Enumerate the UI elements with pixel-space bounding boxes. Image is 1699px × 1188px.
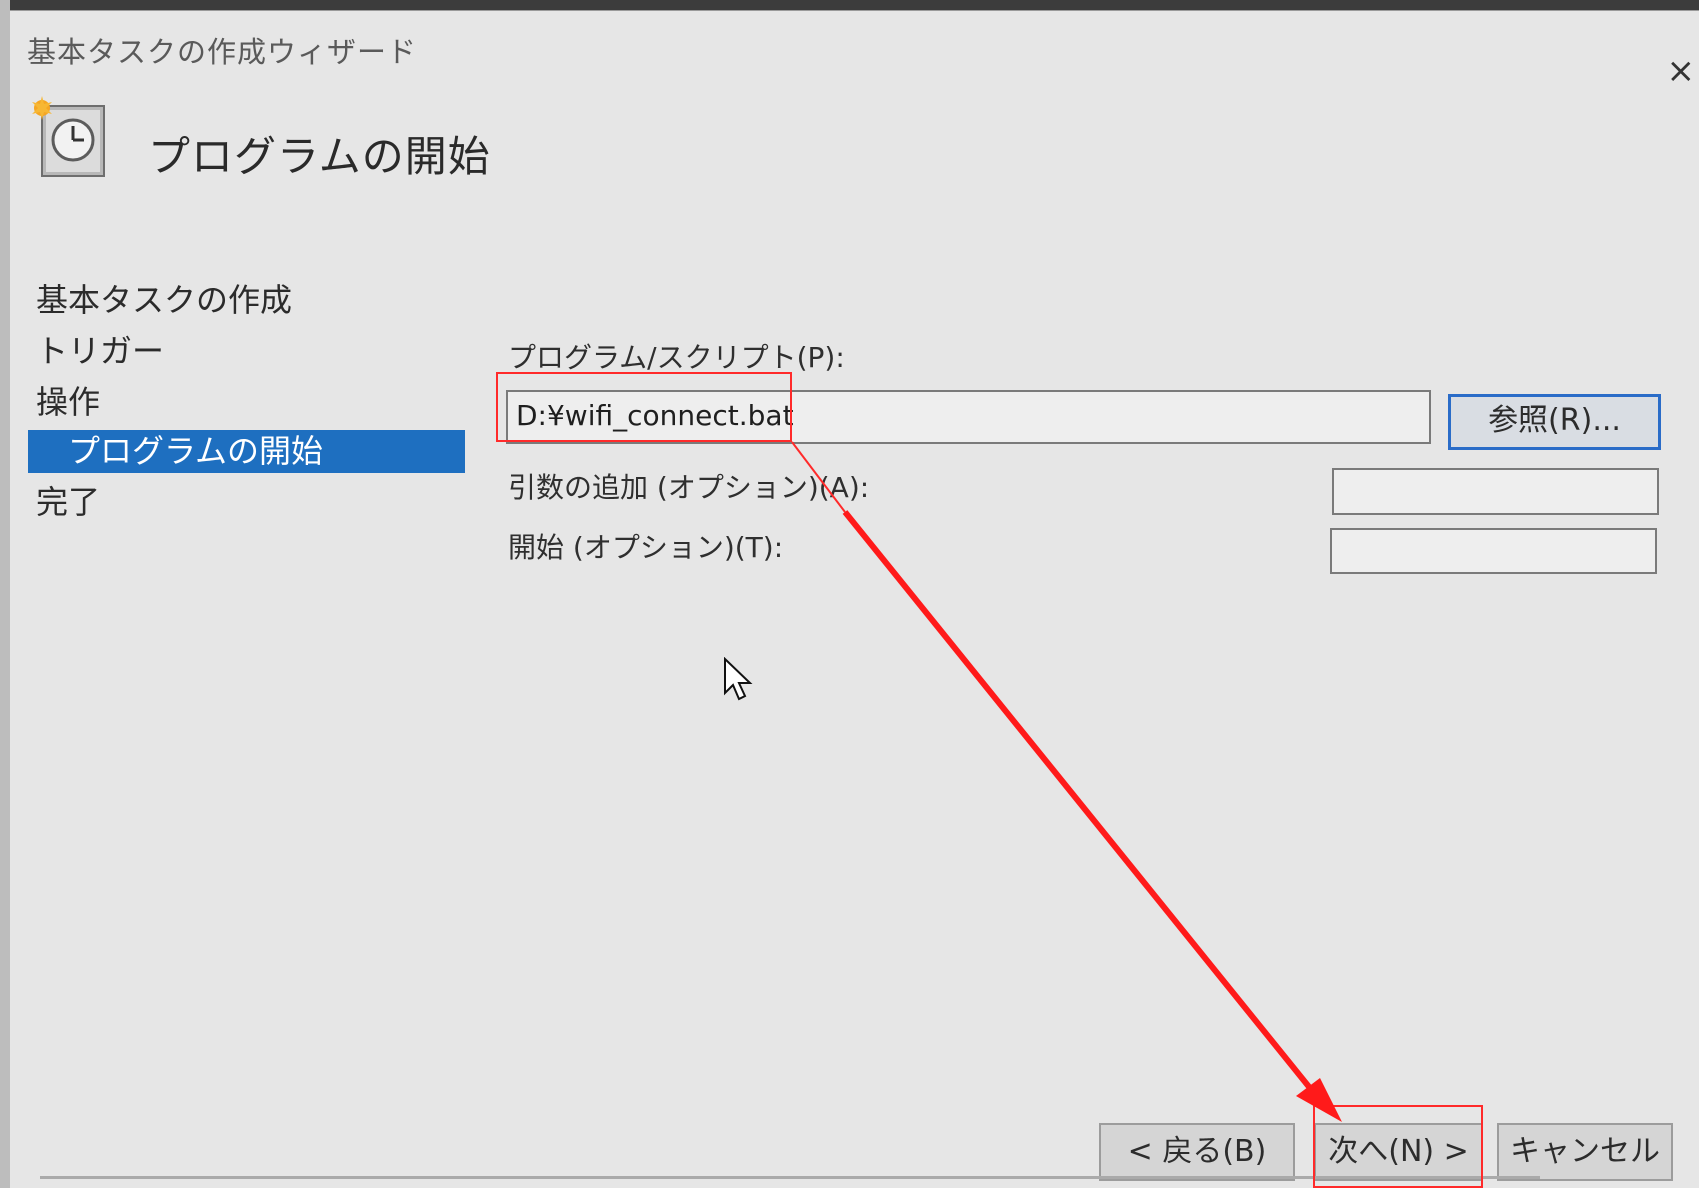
dialog-bottom-edge: [40, 1176, 1540, 1179]
close-icon[interactable]: ×: [1667, 51, 1696, 91]
next-button[interactable]: 次へ(N) >: [1314, 1123, 1483, 1181]
add-arguments-label: 引数の追加 (オプション)(A):: [508, 471, 870, 504]
page-title: プログラムの開始: [148, 132, 491, 181]
screen: 基本タスクの作成ウィザード × プログラムの開始 基本タスクの作成 トリガー 操…: [0, 0, 1699, 1188]
cancel-button[interactable]: キャンセル: [1497, 1123, 1673, 1181]
background-window-edge-left: [0, 0, 10, 1188]
start-in-label: 開始 (オプション)(T):: [508, 531, 784, 564]
background-window-edge: [0, 0, 1699, 10]
step-start-program: プログラムの開始: [28, 430, 465, 473]
step-action: 操作: [36, 383, 101, 421]
step-create-basic-task: 基本タスクの作成: [36, 281, 293, 319]
wizard-steps: 基本タスクの作成 トリガー 操作 プログラムの開始 完了: [28, 277, 465, 530]
wizard-dialog: 基本タスクの作成ウィザード × プログラムの開始 基本タスクの作成 トリガー 操…: [10, 10, 1699, 1188]
browse-button[interactable]: 参照(R)...: [1448, 394, 1661, 450]
mouse-pointer-icon: [723, 656, 755, 707]
task-scheduler-clock-icon: [30, 96, 110, 181]
step-trigger: トリガー: [36, 332, 165, 370]
program-script-label: プログラム/スクリプト(P):: [508, 341, 845, 374]
back-button[interactable]: < 戻る(B): [1099, 1123, 1295, 1181]
add-arguments-input[interactable]: [1332, 468, 1659, 515]
window-title: 基本タスクの作成ウィザード: [27, 35, 418, 69]
step-finish: 完了: [36, 483, 101, 521]
start-in-input[interactable]: [1330, 528, 1657, 574]
program-script-input[interactable]: D:¥wifi_connect.bat: [506, 390, 1431, 444]
